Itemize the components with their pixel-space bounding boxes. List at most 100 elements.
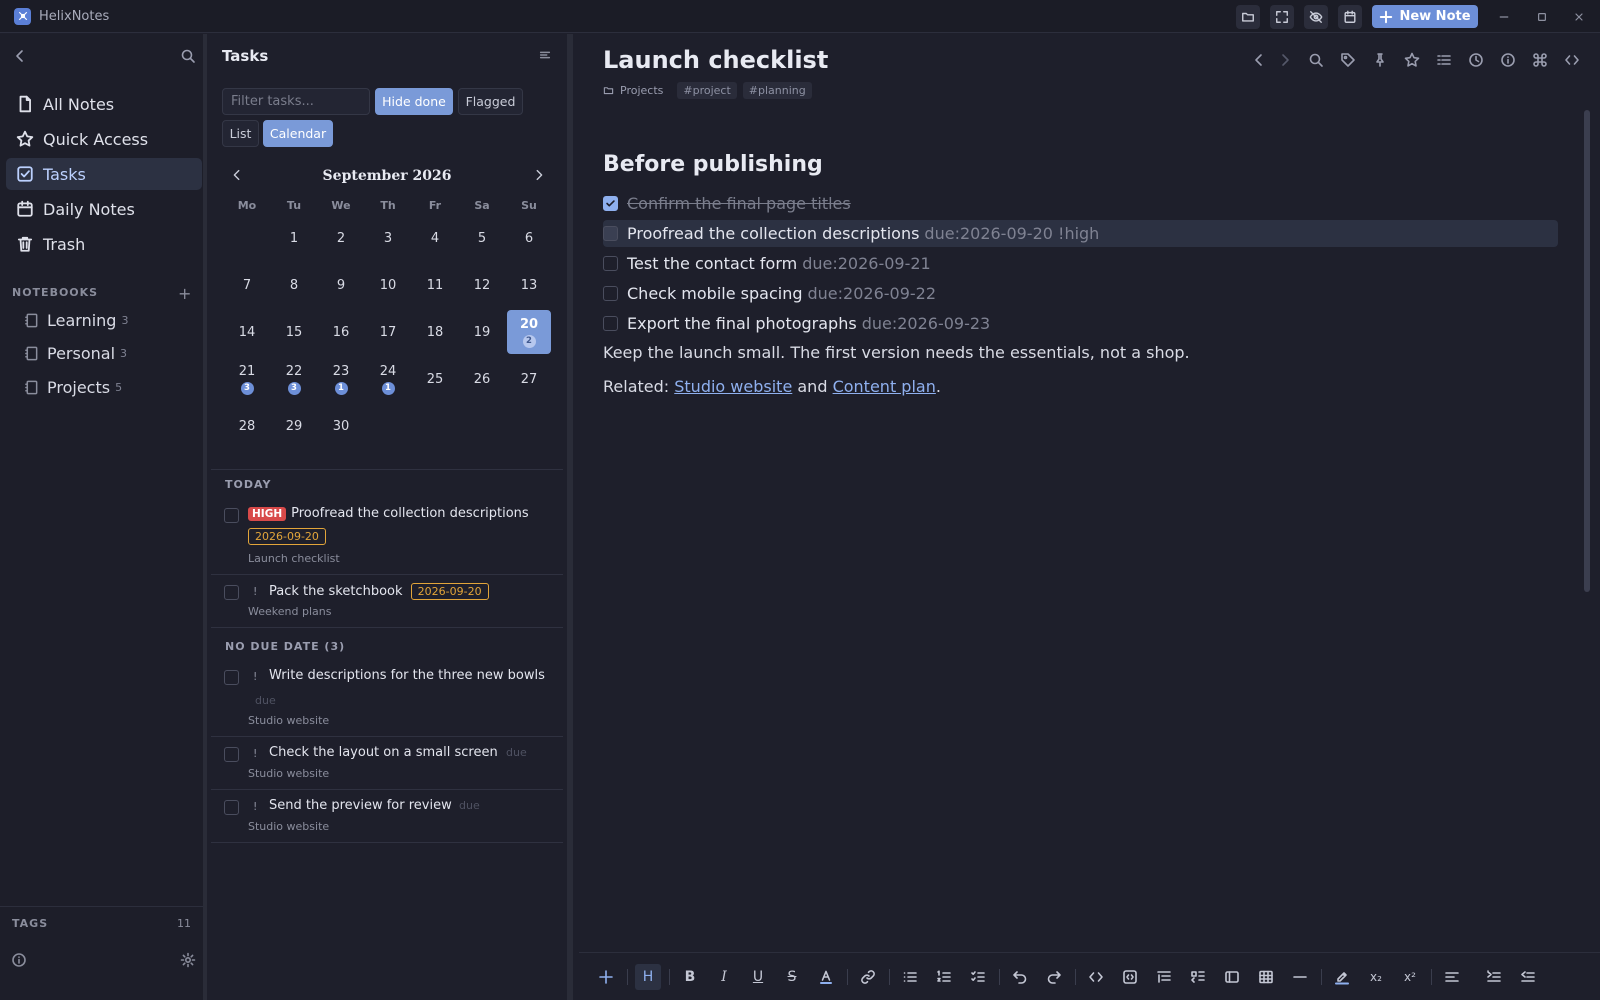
task-list-icon[interactable] [968,967,988,987]
folder-icon[interactable] [1236,5,1260,29]
add-notebook-icon[interactable]: + [178,284,191,303]
task-item-text[interactable]: Send the preview for review [269,798,452,813]
hide-done-toggle[interactable]: Hide done [375,88,453,115]
calendar-day[interactable]: 13 [507,263,551,307]
calendar-day[interactable]: 30 [319,404,363,448]
underline-button[interactable]: U [748,967,768,987]
inline-code-icon[interactable] [1086,967,1106,987]
bold-button[interactable]: B [680,967,700,987]
italic-button[interactable]: I [714,967,734,987]
superscript-button[interactable]: x² [1400,967,1420,987]
tags-section[interactable]: TAGS 11 [0,906,203,940]
notebook-item-learning[interactable]: Learning 3 [24,305,128,335]
code-view-icon[interactable] [1564,52,1580,68]
task-filter-input[interactable] [222,88,370,115]
task-item-text[interactable]: HIGH Proofread the collection description… [248,506,529,521]
strikethrough-button[interactable]: S [782,967,802,987]
indent-icon[interactable] [1484,967,1504,987]
callout-icon[interactable] [1188,967,1208,987]
code-block-icon[interactable] [1120,967,1140,987]
command-icon[interactable] [1532,52,1548,68]
search-icon[interactable] [1308,52,1324,68]
todo-item[interactable]: Test the contact form due:2026-09-21 [603,250,1558,277]
fullscreen-icon[interactable] [1270,5,1294,29]
task-checkbox[interactable] [224,508,239,523]
todo-checkbox[interactable] [603,286,618,301]
pin-icon[interactable] [1372,52,1388,68]
calendar-day[interactable]: 3 [366,216,410,260]
editor-scrollbar[interactable] [1584,110,1590,592]
calendar-day[interactable]: 29 [272,404,316,448]
calendar-day[interactable]: 17 [366,310,410,354]
calendar-day[interactable]: 19 [460,310,504,354]
tag-icon[interactable] [1340,52,1356,68]
bullet-list-icon[interactable] [900,967,920,987]
tag-chip[interactable]: #planning [742,82,812,99]
calendar-day[interactable]: 22 3 [272,357,316,401]
redo-icon[interactable] [1044,967,1064,987]
task-source-note[interactable]: Studio website [248,767,329,780]
calendar-day[interactable]: 6 [507,216,551,260]
next-month-icon[interactable] [532,168,546,182]
todo-item[interactable]: Export the final photographs due:2026-09… [603,310,1558,337]
task-source-note[interactable]: Studio website [248,714,329,727]
flagged-toggle[interactable]: Flagged [458,88,523,115]
sidebar-item-all-notes[interactable]: All Notes [6,88,202,120]
calendar-day[interactable]: 21 3 [225,357,269,401]
search-icon[interactable] [180,48,196,64]
due-hint[interactable]: due [506,746,527,759]
breadcrumb-notebook[interactable]: Projects [620,84,663,97]
task-source-note[interactable]: Studio website [248,820,329,833]
note-title[interactable]: Launch checklist [603,46,828,74]
related-paragraph[interactable]: Related: Studio website and Content plan… [603,377,941,396]
tab-list-view[interactable]: List [222,120,259,147]
text-color-icon[interactable] [816,967,836,987]
calendar-day[interactable]: 15 [272,310,316,354]
calendar-day[interactable]: 27 [507,357,551,401]
todo-item[interactable]: Check mobile spacing due:2026-09-22 [603,280,1558,307]
todo-checkbox[interactable] [603,316,618,331]
due-hint[interactable]: due [459,799,480,812]
todo-checkbox[interactable] [603,226,618,241]
blockquote-icon[interactable] [1154,967,1174,987]
task-checkbox[interactable] [224,800,239,815]
history-icon[interactable] [1468,52,1484,68]
document-heading[interactable]: Before publishing [603,152,823,177]
todo-checkbox[interactable] [603,256,618,271]
star-icon[interactable] [1404,52,1420,68]
sidebar-item-tasks[interactable]: Tasks [6,158,202,190]
undo-icon[interactable] [1010,967,1030,987]
todo-item[interactable]: Proofread the collection descriptions du… [603,220,1558,247]
todo-item[interactable]: Confirm the final page titles [603,190,1558,217]
calendar-day[interactable]: 8 [272,263,316,307]
subscript-button[interactable]: x₂ [1366,967,1386,987]
panel-icon[interactable] [1222,967,1242,987]
calendar-day[interactable]: 24 1 [366,357,410,401]
calendar-day[interactable]: 26 [460,357,504,401]
numbered-list-icon[interactable] [934,967,954,987]
task-item-text[interactable]: Write descriptions for the three new bow… [269,668,545,683]
close-icon[interactable] [1570,8,1588,26]
calendar-day[interactable]: 12 [460,263,504,307]
heading-button[interactable]: H [635,964,661,990]
maximize-icon[interactable] [1533,8,1551,26]
calendar-day[interactable]: 28 [225,404,269,448]
settings-gear-icon[interactable] [180,952,196,968]
tasks-menu-icon[interactable] [538,48,552,62]
calendar-day[interactable]: 9 [319,263,363,307]
tab-calendar-view[interactable]: Calendar [263,120,333,147]
task-checkbox[interactable] [224,585,239,600]
sidebar-item-quick-access[interactable]: Quick Access [6,123,202,155]
paragraph[interactable]: Keep the launch small. The first version… [603,343,1190,362]
calendar-day[interactable]: 11 [413,263,457,307]
calendar-day[interactable]: 1 [272,216,316,260]
sidebar-item-daily-notes[interactable]: Daily Notes [6,193,202,225]
task-item-text[interactable]: Check the layout on a small screen [269,745,498,760]
back-icon[interactable] [1251,52,1267,68]
calendar-day[interactable]: 14 [225,310,269,354]
minimize-icon[interactable] [1495,8,1513,26]
due-hint[interactable]: due [255,694,276,707]
calendar-day[interactable]: 4 [413,216,457,260]
notebook-item-projects[interactable]: Projects 5 [24,372,122,402]
calendar-day[interactable]: 16 [319,310,363,354]
